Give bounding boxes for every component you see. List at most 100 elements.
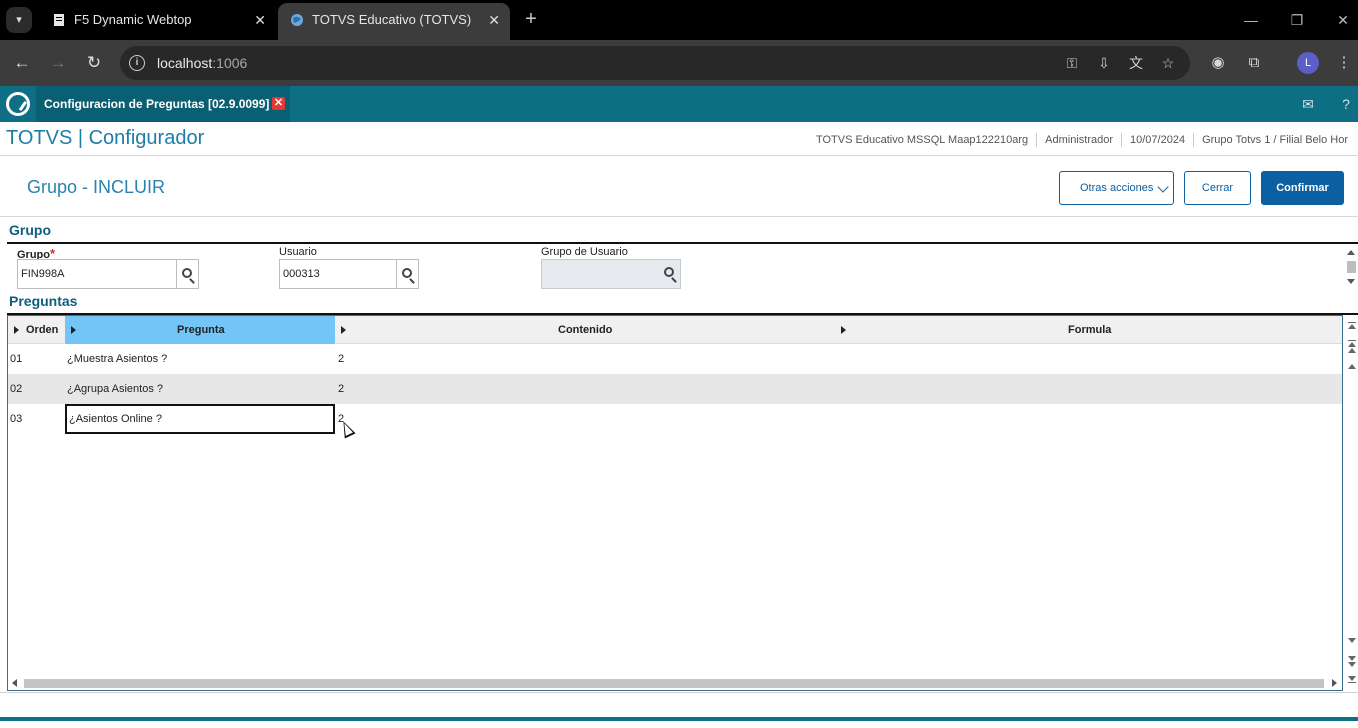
scroll-up-icon[interactable] — [1347, 250, 1355, 255]
table-row[interactable]: 01 ¿Muestra Asientos ? 2 — [8, 344, 1342, 374]
scroll-down-icon[interactable] — [1348, 638, 1356, 643]
otras-acciones-button[interactable]: Otras acciones — [1059, 171, 1174, 205]
browser-tab-bar: ▾ F5 Dynamic Webtop ✕ TOTVS Educativo (T… — [0, 0, 1358, 40]
grid-vertical-scrollbar[interactable] — [1344, 318, 1358, 690]
scroll-thumb[interactable] — [24, 679, 1324, 688]
env-database: TOTVS Educativo MSSQL Maap122210arg — [815, 134, 1029, 146]
scroll-down-icon[interactable] — [1347, 279, 1355, 284]
usuario-input[interactable]: 000313 — [279, 259, 397, 289]
grid-horizontal-scrollbar[interactable] — [8, 676, 1342, 690]
cell-contenido[interactable]: 2 — [338, 344, 344, 374]
form-header: Grupo - INCLUIR Otras acciones Cerrar Co… — [0, 157, 1358, 217]
cerrar-button[interactable]: Cerrar — [1184, 171, 1251, 205]
grupo-input[interactable]: FIN998A — [17, 259, 177, 289]
column-header-orden[interactable]: Orden — [8, 316, 65, 344]
module-brand: TOTVS | Configurador — [6, 127, 205, 149]
scroll-page-down-icon[interactable] — [1348, 656, 1356, 661]
grid-header: Orden Pregunta Contenido Formula — [8, 316, 1342, 344]
app-tab-label: Configuracion de Preguntas [02.9.0099] — [44, 97, 270, 111]
sort-arrow-icon — [71, 326, 76, 334]
column-header-pregunta[interactable]: Pregunta — [65, 316, 335, 344]
totvs-logo-icon[interactable] — [6, 92, 30, 116]
cell-orden: 01 — [10, 353, 23, 365]
install-app-icon[interactable]: ⇩ — [1094, 53, 1114, 73]
preguntas-grid: Orden Pregunta Contenido Formula 01 ¿Mue… — [7, 315, 1343, 691]
new-tab-plus-icon[interactable]: + — [520, 6, 542, 32]
confirmar-button[interactable]: Confirmar — [1261, 171, 1344, 205]
sort-arrow-icon — [14, 326, 19, 334]
scroll-left-icon[interactable] — [12, 679, 17, 687]
env-date: 10/07/2024 — [1121, 133, 1193, 147]
globe-icon — [291, 14, 303, 26]
window-close-icon[interactable]: ✕ — [1328, 8, 1358, 32]
tab-search-chevron-icon[interactable]: ▾ — [6, 7, 32, 33]
chevron-down-icon — [1157, 181, 1169, 193]
sort-arrow-icon — [341, 326, 346, 334]
grupo-usuario-label: Grupo de Usuario — [541, 246, 628, 258]
bookmark-star-icon[interactable]: ☆ — [1158, 53, 1178, 73]
environment-info: TOTVS Educativo MSSQL Maap122210arg Admi… — [808, 133, 1356, 147]
back-arrow-icon[interactable]: ← — [10, 51, 34, 75]
site-info-icon[interactable]: i — [129, 55, 145, 71]
close-tab-icon[interactable]: ✕ — [272, 97, 285, 110]
mail-icon[interactable]: ✉ — [1290, 86, 1326, 122]
document-icon — [54, 14, 64, 26]
cell-pregunta-focused[interactable]: ¿Asientos Online ? — [65, 404, 335, 434]
usuario-search-button[interactable] — [397, 259, 419, 289]
form-title: Grupo - INCLUIR — [27, 177, 166, 197]
scroll-up-icon[interactable] — [1348, 364, 1356, 369]
browser-toolbar: ← → ↻ i localhost:1006 ⚿ ⇩ 文 ☆ ◉ ⧉ L ⋮ — [0, 40, 1358, 86]
table-row[interactable]: 02 ¿Agrupa Asientos ? 2 — [8, 374, 1342, 404]
url-text[interactable]: localhost:1006 — [157, 55, 247, 71]
cell-pregunta[interactable]: ¿Agrupa Asientos ? — [67, 374, 163, 404]
search-icon — [664, 267, 674, 277]
footer-accent-line — [0, 717, 1358, 721]
cell-orden: 02 — [10, 383, 23, 395]
env-branch: Grupo Totvs 1 / Filial Belo Hor — [1193, 133, 1356, 147]
module-title-bar: TOTVS | Configurador TOTVS Educativo MSS… — [0, 122, 1358, 156]
search-icon — [402, 268, 412, 278]
browser-tab-totvs[interactable]: TOTVS Educativo (TOTVS) 02.9.0 ✕ — [278, 3, 510, 40]
search-icon — [182, 268, 192, 278]
translate-icon[interactable]: 文 — [1126, 53, 1146, 73]
app-tab-configuracion[interactable]: Configuracion de Preguntas [02.9.0099] ✕ — [36, 86, 290, 122]
section-divider — [7, 242, 1358, 244]
password-key-icon[interactable]: ⚿ — [1062, 53, 1082, 73]
app-header: Configuracion de Preguntas [02.9.0099] ✕… — [0, 86, 1358, 122]
tab-label: F5 Dynamic Webtop — [74, 12, 192, 27]
footer-bar — [0, 692, 1358, 728]
profile-avatar[interactable]: L — [1297, 52, 1319, 74]
cell-pregunta[interactable]: ¿Muestra Asientos ? — [67, 344, 167, 374]
form-scrollbar[interactable] — [1344, 245, 1358, 289]
scroll-page-up-icon[interactable] — [1348, 342, 1356, 347]
tab-close-icon[interactable]: ✕ — [254, 3, 266, 37]
grupo-search-button[interactable] — [177, 259, 199, 289]
env-user: Administrador — [1036, 133, 1121, 147]
grupo-usuario-search-button[interactable] — [659, 259, 681, 289]
reload-icon[interactable]: ↻ — [82, 51, 106, 75]
grupo-section-title: Grupo — [9, 222, 51, 238]
column-header-contenido[interactable]: Contenido — [335, 316, 835, 344]
usuario-label: Usuario — [279, 246, 317, 258]
sort-arrow-icon — [841, 326, 846, 334]
tab-close-icon[interactable]: ✕ — [488, 3, 500, 37]
table-row[interactable]: 03 ¿Asientos Online ? 2 — [8, 404, 1342, 434]
cell-contenido[interactable]: 2 — [338, 374, 344, 404]
tab-label: TOTVS Educativo (TOTVS) 02.9.0 — [312, 12, 472, 27]
scroll-thumb[interactable] — [1347, 261, 1356, 273]
address-bar[interactable]: i localhost:1006 ⚿ ⇩ 文 ☆ — [120, 46, 1190, 80]
preguntas-section-title: Preguntas — [9, 293, 78, 309]
scroll-bottom-icon[interactable] — [1348, 676, 1356, 681]
minimize-icon[interactable]: — — [1236, 8, 1266, 32]
forward-arrow-icon[interactable]: → — [46, 51, 70, 75]
browser-tab-webtop[interactable]: F5 Dynamic Webtop ✕ — [40, 3, 276, 40]
extensions-puzzle-icon[interactable]: ⧉ — [1242, 51, 1266, 75]
browser-menu-icon[interactable]: ⋮ — [1332, 51, 1356, 75]
cell-orden: 03 — [10, 413, 23, 425]
scroll-right-icon[interactable] — [1332, 679, 1337, 687]
scroll-top-icon[interactable] — [1348, 324, 1356, 329]
restore-icon[interactable]: ❐ — [1282, 8, 1312, 32]
help-icon[interactable]: ? — [1328, 86, 1358, 122]
extension-spy-icon[interactable]: ◉ — [1206, 51, 1230, 75]
column-header-formula[interactable]: Formula — [835, 316, 1342, 344]
